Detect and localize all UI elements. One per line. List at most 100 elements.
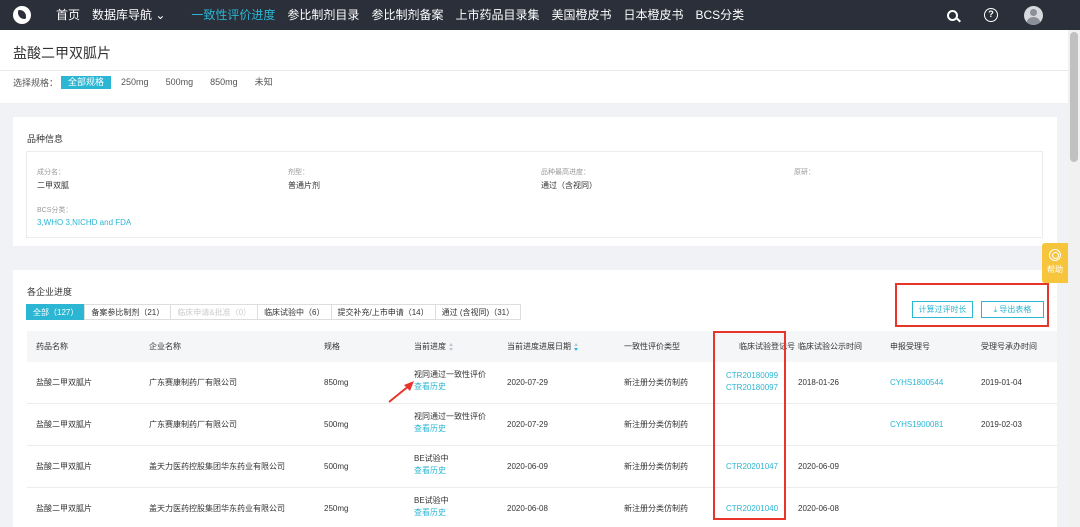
spec-unknown[interactable]: 未知 [248,76,280,89]
main-nav: 首页 数据库导航 ⌄ 一致性评价进度 参比制剂目录 参比制剂备案 上市药品目录集… [48,0,750,30]
cell-type: 新注册分类仿制药 [624,504,688,513]
table-row: 盐酸二甲双胍片 广东赛康制药厂有限公司 850mg 视同通过一致性评价 查看历史… [27,362,1057,404]
cell-status: BE试验中 [414,496,449,505]
history-link[interactable]: 查看历史 [414,424,446,434]
col-eval-type: 一致性评价类型 [624,342,680,351]
tab-clinical-application[interactable]: 临床申请&批准（0） [170,304,259,320]
divider [0,70,1068,71]
cell-accept-date: 2019-02-03 [981,420,1022,429]
cell-drug: 盐酸二甲双胍片 [36,462,92,471]
dosage-form-label: 剂型： [288,169,309,176]
cell-trial-date: 2020-06-08 [798,504,839,513]
nav-consistency-progress[interactable]: 一致性评价进度 [185,0,281,30]
bcs-label: BCS分类： [37,207,73,214]
accept-no-link[interactable]: CYHS1900081 [890,420,943,430]
nav-home[interactable]: 首页 [48,0,86,30]
scrollbar-thumb[interactable] [1070,32,1078,162]
tab-passed[interactable]: 通过 (含视同)（31） [434,304,522,320]
max-progress-value: 通过（含视同） [541,181,597,190]
nav-jp-orange-book[interactable]: 日本橙皮书 [617,0,689,30]
max-progress-label: 品种最高进度： [541,169,590,176]
trial-column-highlight [713,331,786,520]
enterprise-progress-title: 各企业进度 [27,287,73,297]
history-link[interactable]: 查看历史 [414,382,446,392]
cell-company: 广东赛康制药厂有限公司 [149,420,237,429]
table-row: 盐酸二甲双胍片 盖天力医药控股集团华东药业有限公司 250mg BE试验中 查看… [27,488,1057,527]
spec-250mg[interactable]: 250mg [114,76,156,89]
cell-spec: 250mg [324,504,349,513]
col-status-label: 当前进度 [414,342,446,351]
cell-drug: 盐酸二甲双胍片 [36,420,92,429]
table-row: 盐酸二甲双胍片 广东赛康制药厂有限公司 500mg 视同通过一致性评价 查看历史… [27,404,1057,446]
cell-company: 盖天力医药控股集团华东药业有限公司 [149,504,285,513]
spec-500mg[interactable]: 500mg [159,76,201,89]
help-icon[interactable]: ? [984,8,998,22]
logo-icon[interactable] [13,6,31,24]
lifebuoy-icon [1049,249,1061,261]
nav-tools: ? [947,0,1080,30]
scrollbar[interactable] [1068,30,1080,527]
nav-reference-filing[interactable]: 参比制剂备案 [365,0,449,30]
spec-850mg[interactable]: 850mg [203,76,245,89]
tab-reference-filing[interactable]: 备案参比制剂（21） [84,304,172,320]
ingredient-label: 成分名： [37,169,65,176]
table-row: 盐酸二甲双胍片 盖天力医药控股集团华东药业有限公司 500mg BE试验中 查看… [27,446,1057,488]
cell-spec: 850mg [324,378,349,387]
calc-duration-button[interactable]: 计算过评时长 [912,301,973,318]
action-highlight-box: 计算过评时长 ⤓ 导出表格 [895,283,1049,327]
bcs-value[interactable]: 3,WHO 3,NICHD and FDA [37,218,131,227]
variety-info-title: 品种信息 [27,134,64,144]
cell-spec: 500mg [324,462,349,471]
variety-info-card: 品种信息 成分名： 二甲双胍 剂型： 普通片剂 品种最高进度： 通过（含视同） … [13,117,1057,246]
search-icon[interactable] [947,9,958,21]
dosage-form-value: 普通片剂 [288,181,320,190]
col-drug-name: 药品名称 [36,342,68,351]
nav-us-orange-book[interactable]: 美国橙皮书 [545,0,617,30]
cell-drug: 盐酸二甲双胍片 [36,378,92,387]
history-link[interactable]: 查看历史 [414,466,446,476]
col-company: 企业名称 [149,342,181,351]
col-accept-no: 申报受理号 [890,342,930,351]
nav-database-menu[interactable]: 数据库导航 ⌄ [86,0,171,30]
sort-icon[interactable] [449,342,454,351]
variety-info-grid: 成分名： 二甲双胍 剂型： 普通片剂 品种最高进度： 通过（含视同） 原研： B… [26,151,1043,238]
col-spec: 规格 [324,342,340,351]
col-status[interactable]: 当前进度 [414,331,454,362]
accept-no-link[interactable]: CYHS1800544 [890,378,943,388]
nav-reference-catalog[interactable]: 参比制剂目录 [281,0,365,30]
tab-supplement-application[interactable]: 提交补充/上市申请（14） [330,304,436,320]
drug-header: 盐酸二甲双胍片 选择规格： 全部规格 250mg 500mg 850mg 未知 [0,30,1068,103]
cell-trial-date: 2020-06-09 [798,462,839,471]
cell-date: 2020-07-29 [507,420,548,429]
tab-all[interactable]: 全部（127） [26,304,86,320]
cell-type: 新注册分类仿制药 [624,420,688,429]
cell-status: BE试验中 [414,454,449,463]
tab-clinical-trial[interactable]: 临床试验中（6） [257,304,332,320]
help-label: 帮助 [1047,265,1063,274]
table-header: 药品名称 企业名称 规格 当前进度 当前进度进展日期 一致性评价类型 临床试验登… [27,331,1057,362]
cell-company: 广东赛康制药厂有限公司 [149,378,237,387]
annotation-arrow [388,381,414,403]
enterprise-progress-card: 各企业进度 全部（127） 备案参比制剂（21） 临床申请&批准（0） 临床试验… [13,270,1057,527]
spec-all[interactable]: 全部规格 [61,76,112,89]
cell-type: 新注册分类仿制药 [624,462,688,471]
col-status-date-label: 当前进度进展日期 [507,342,571,351]
cell-spec: 500mg [324,420,349,429]
sort-desc-icon[interactable] [574,342,579,351]
spec-filter: 选择规格： 全部规格 250mg 500mg 850mg 未知 [13,76,283,89]
export-button-label: 导出表格 [999,305,1032,314]
spec-filter-label: 选择规格： [13,78,59,88]
col-accept-date: 受理号承办时间 [981,342,1037,351]
cell-status: 视同通过一致性评价 [414,370,486,379]
help-float-button[interactable]: 帮助 [1042,243,1068,283]
cell-status: 视同通过一致性评价 [414,412,486,421]
history-link[interactable]: 查看历史 [414,508,446,518]
avatar[interactable] [1024,5,1043,25]
originator-label: 原研： [794,169,815,176]
col-status-date[interactable]: 当前进度进展日期 [507,331,579,362]
nav-listed-drugs[interactable]: 上市药品目录集 [449,0,545,30]
cell-date: 2020-07-29 [507,378,548,387]
nav-bcs[interactable]: BCS分类 [690,0,751,30]
export-button[interactable]: ⤓ 导出表格 [981,301,1044,318]
col-trial-date: 临床试验公示时间 [798,342,862,351]
